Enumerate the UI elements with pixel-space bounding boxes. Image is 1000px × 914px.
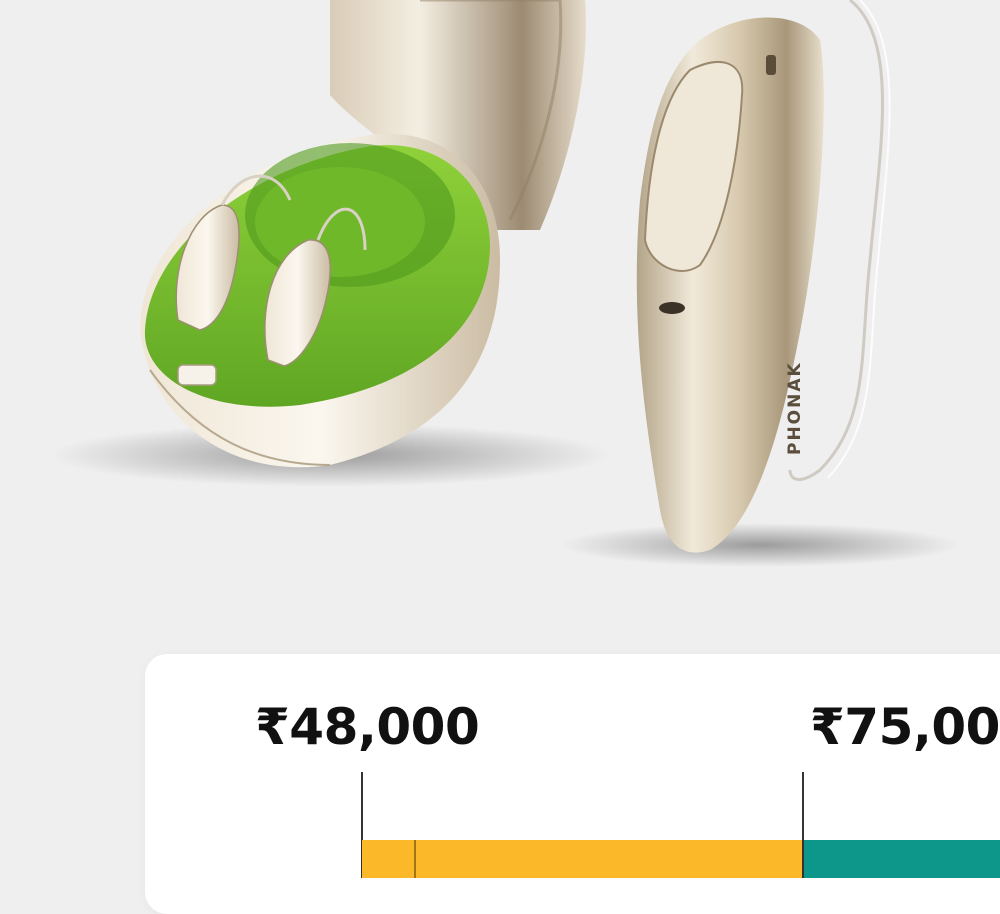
hearing-aid-illustration: PHONAK bbox=[50, 0, 960, 567]
brand-text: PHONAK bbox=[785, 361, 805, 455]
price-bar-high-segment bbox=[804, 840, 1000, 878]
price-high-label: ₹75,00 bbox=[810, 698, 1000, 756]
case-latch bbox=[177, 364, 217, 386]
price-low-label: ₹48,000 bbox=[255, 698, 480, 756]
device-shadow bbox=[560, 523, 960, 567]
device-mic bbox=[659, 302, 685, 314]
device-button bbox=[766, 55, 776, 75]
price-bar-marker bbox=[414, 840, 416, 878]
price-bar-low-segment bbox=[362, 840, 802, 878]
product-image: PHONAK bbox=[0, 0, 1000, 640]
